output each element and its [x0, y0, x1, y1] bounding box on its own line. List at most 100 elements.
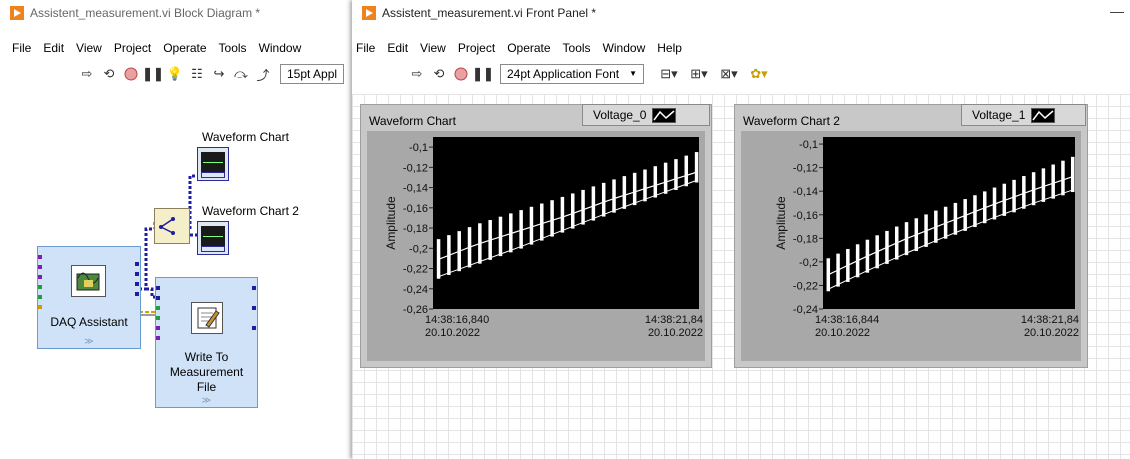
front-panel-font-select[interactable]: 24pt Application Font ▼ — [500, 64, 644, 84]
menu-window[interactable]: Window — [603, 41, 646, 55]
minimize-button[interactable]: — — [1110, 3, 1124, 19]
waveform-chart[interactable]: Waveform Chart Voltage_0 -0,1 -0,12 -0,14 -… — [360, 104, 712, 368]
waveform-burst — [550, 200, 554, 237]
y-tick-label: -0,18 — [793, 233, 818, 245]
menu-view[interactable]: View — [420, 41, 446, 55]
waveform-burst — [622, 176, 627, 209]
y-tick-label: -0,1 — [799, 139, 818, 151]
split-signals-node[interactable] — [154, 208, 190, 244]
plot-background — [823, 137, 1075, 309]
chart-label: Waveform Chart 2 — [743, 114, 840, 128]
x-end-time-label: 14:38:21,84 — [645, 314, 703, 326]
waveform-burst — [1041, 168, 1046, 202]
waveform-chart-terminal-icon[interactable] — [197, 147, 229, 181]
y-tick-label: -0,22 — [403, 264, 428, 276]
menu-tools[interactable]: Tools — [219, 41, 247, 55]
plot-legend[interactable]: Voltage_0 — [582, 104, 710, 126]
daq-expand-icon[interactable]: ≫ — [38, 336, 140, 347]
waveform-burst — [560, 196, 565, 233]
menu-operate[interactable]: Operate — [507, 41, 550, 55]
split-signals-icon — [159, 217, 175, 235]
waveform-burst — [674, 159, 678, 191]
run-continuously-icon[interactable]: ⟲ — [430, 65, 448, 83]
menu-operate[interactable]: Operate — [163, 41, 206, 55]
plot-frame: -0,1 -0,12 -0,14 -0,16 -0,18 -0,2 -0,22 -0,24 Am… — [741, 131, 1081, 361]
plot-area[interactable]: -0,1-0,12-0,14-0,16-0,18-0,2-0,22-0,24-0… — [367, 131, 705, 361]
y-tick-label: -0,22 — [793, 280, 818, 292]
x-start-date-label: 20.10.2022 — [815, 327, 870, 339]
menu-project[interactable]: Project — [458, 41, 495, 55]
write-to-measurement-file-node[interactable]: Write To Measurement File ≫ — [155, 277, 258, 408]
distribute-objects-icon[interactable]: ⊞▾ — [686, 65, 712, 83]
pause-icon[interactable]: ❚❚ — [142, 65, 164, 83]
waveform-chart-terminal-icon[interactable] — [197, 221, 229, 255]
menu-help[interactable]: Help — [657, 41, 682, 55]
chart-terminal-label: Waveform Chart 2 — [202, 204, 299, 218]
block-diagram-title: Assistent_measurement.vi Block Diagram * — [30, 6, 261, 20]
y-tick-label: -0,14 — [793, 186, 818, 198]
step-over-icon[interactable]: ⤼ — [232, 65, 250, 83]
menu-file[interactable]: File — [12, 41, 31, 55]
legend-line-icon[interactable] — [652, 107, 677, 123]
step-into-icon[interactable]: ↪ — [210, 65, 228, 83]
step-out-icon[interactable]: ⤴ — [254, 65, 272, 83]
y-tick-label: -0,24 — [403, 284, 428, 296]
resize-objects-icon[interactable]: ⊠▾ — [716, 65, 742, 83]
reorder-icon[interactable]: ✿▾ — [746, 65, 772, 83]
legend-line-icon[interactable] — [1031, 107, 1056, 123]
x-end-date-label: 20.10.2022 — [1024, 327, 1079, 339]
run-arrow-icon[interactable]: ⇨ — [408, 65, 426, 83]
run-continuously-icon[interactable]: ⟲ — [100, 65, 118, 83]
write-expand-icon[interactable]: ≫ — [156, 395, 257, 406]
plot-area[interactable]: -0,1-0,12-0,14-0,16-0,18-0,2-0,22-0,24Am… — [741, 131, 1081, 361]
plot-legend[interactable]: Voltage_1 — [961, 104, 1086, 126]
y-axis-label: Amplitude — [384, 196, 398, 250]
highlight-execution-icon[interactable]: 💡 — [166, 65, 184, 83]
block-diagram-titlebar[interactable]: Assistent_measurement.vi Block Diagram * — [0, 0, 350, 26]
front-panel-titlebar[interactable]: Assistent_measurement.vi Front Panel * — — [352, 0, 1130, 26]
daq-assistant-icon — [71, 265, 106, 297]
waveform-burst — [612, 179, 616, 213]
menu-project[interactable]: Project — [114, 41, 151, 55]
block-diagram-toolbar: ⇨ ⟲ ❚❚ 💡 ☷ ↪ ⤼ ⤴ 15pt Appl — [0, 62, 350, 86]
menu-edit[interactable]: Edit — [43, 41, 64, 55]
pause-icon[interactable]: ❚❚ — [472, 65, 494, 83]
align-objects-icon[interactable]: ⊟▾ — [656, 65, 682, 83]
x-start-date-label: 20.10.2022 — [425, 327, 480, 339]
waveform-burst — [1061, 160, 1065, 196]
menu-tools[interactable]: Tools — [563, 41, 591, 55]
block-diagram-font-select[interactable]: 15pt Appl — [280, 64, 345, 84]
abort-icon[interactable] — [122, 65, 140, 83]
menu-view[interactable]: View — [76, 41, 102, 55]
write-file-icon — [191, 302, 223, 334]
x-end-time-label: 14:38:21,84 — [1021, 314, 1079, 326]
waveform-burst — [1051, 164, 1055, 199]
front-panel-title: Assistent_measurement.vi Front Panel * — [382, 6, 597, 20]
waveform-burst — [1070, 156, 1075, 193]
waveform-chart-2[interactable]: Waveform Chart 2 Voltage_1 -0,1 -0,12 -0,1… — [734, 104, 1088, 368]
run-arrow-icon[interactable]: ⇨ — [78, 65, 96, 83]
y-tick-label: -0,1 — [409, 142, 428, 154]
plot-frame: -0,1 -0,12 -0,14 -0,16 -0,18 -0,2 -0,22 -0,24 -0… — [367, 131, 705, 361]
menu-window[interactable]: Window — [259, 41, 302, 55]
retain-wire-values-icon[interactable]: ☷ — [188, 65, 206, 83]
chart-label: Waveform Chart — [369, 114, 456, 128]
block-diagram-menubar: File Edit View Project Operate Tools Win… — [0, 39, 350, 57]
y-tick-label: -0,18 — [403, 223, 428, 235]
chevron-down-icon: ▼ — [629, 69, 637, 78]
daq-assistant-label: DAQ Assistant — [50, 315, 128, 329]
waveform-burst — [601, 182, 606, 217]
legend-series-name: Voltage_1 — [972, 108, 1026, 122]
write-to-measurement-file-label: Write To Measurement File — [169, 350, 244, 394]
labview-app-icon — [10, 6, 24, 20]
block-diagram-canvas[interactable]: Waveform Chart Waveform Chart 2 DAQ Assi… — [0, 94, 350, 459]
y-tick-label: -0,2 — [799, 257, 818, 269]
menu-file[interactable]: File — [356, 41, 375, 55]
waveform-burst — [570, 193, 575, 229]
abort-icon[interactable] — [452, 65, 470, 83]
front-panel-menubar: File Edit View Project Operate Tools Win… — [352, 39, 1130, 57]
daq-assistant-node[interactable]: DAQ Assistant ≫ — [37, 246, 141, 349]
waveform-burst — [1031, 172, 1036, 206]
waveform-burst — [694, 152, 699, 183]
menu-edit[interactable]: Edit — [387, 41, 408, 55]
